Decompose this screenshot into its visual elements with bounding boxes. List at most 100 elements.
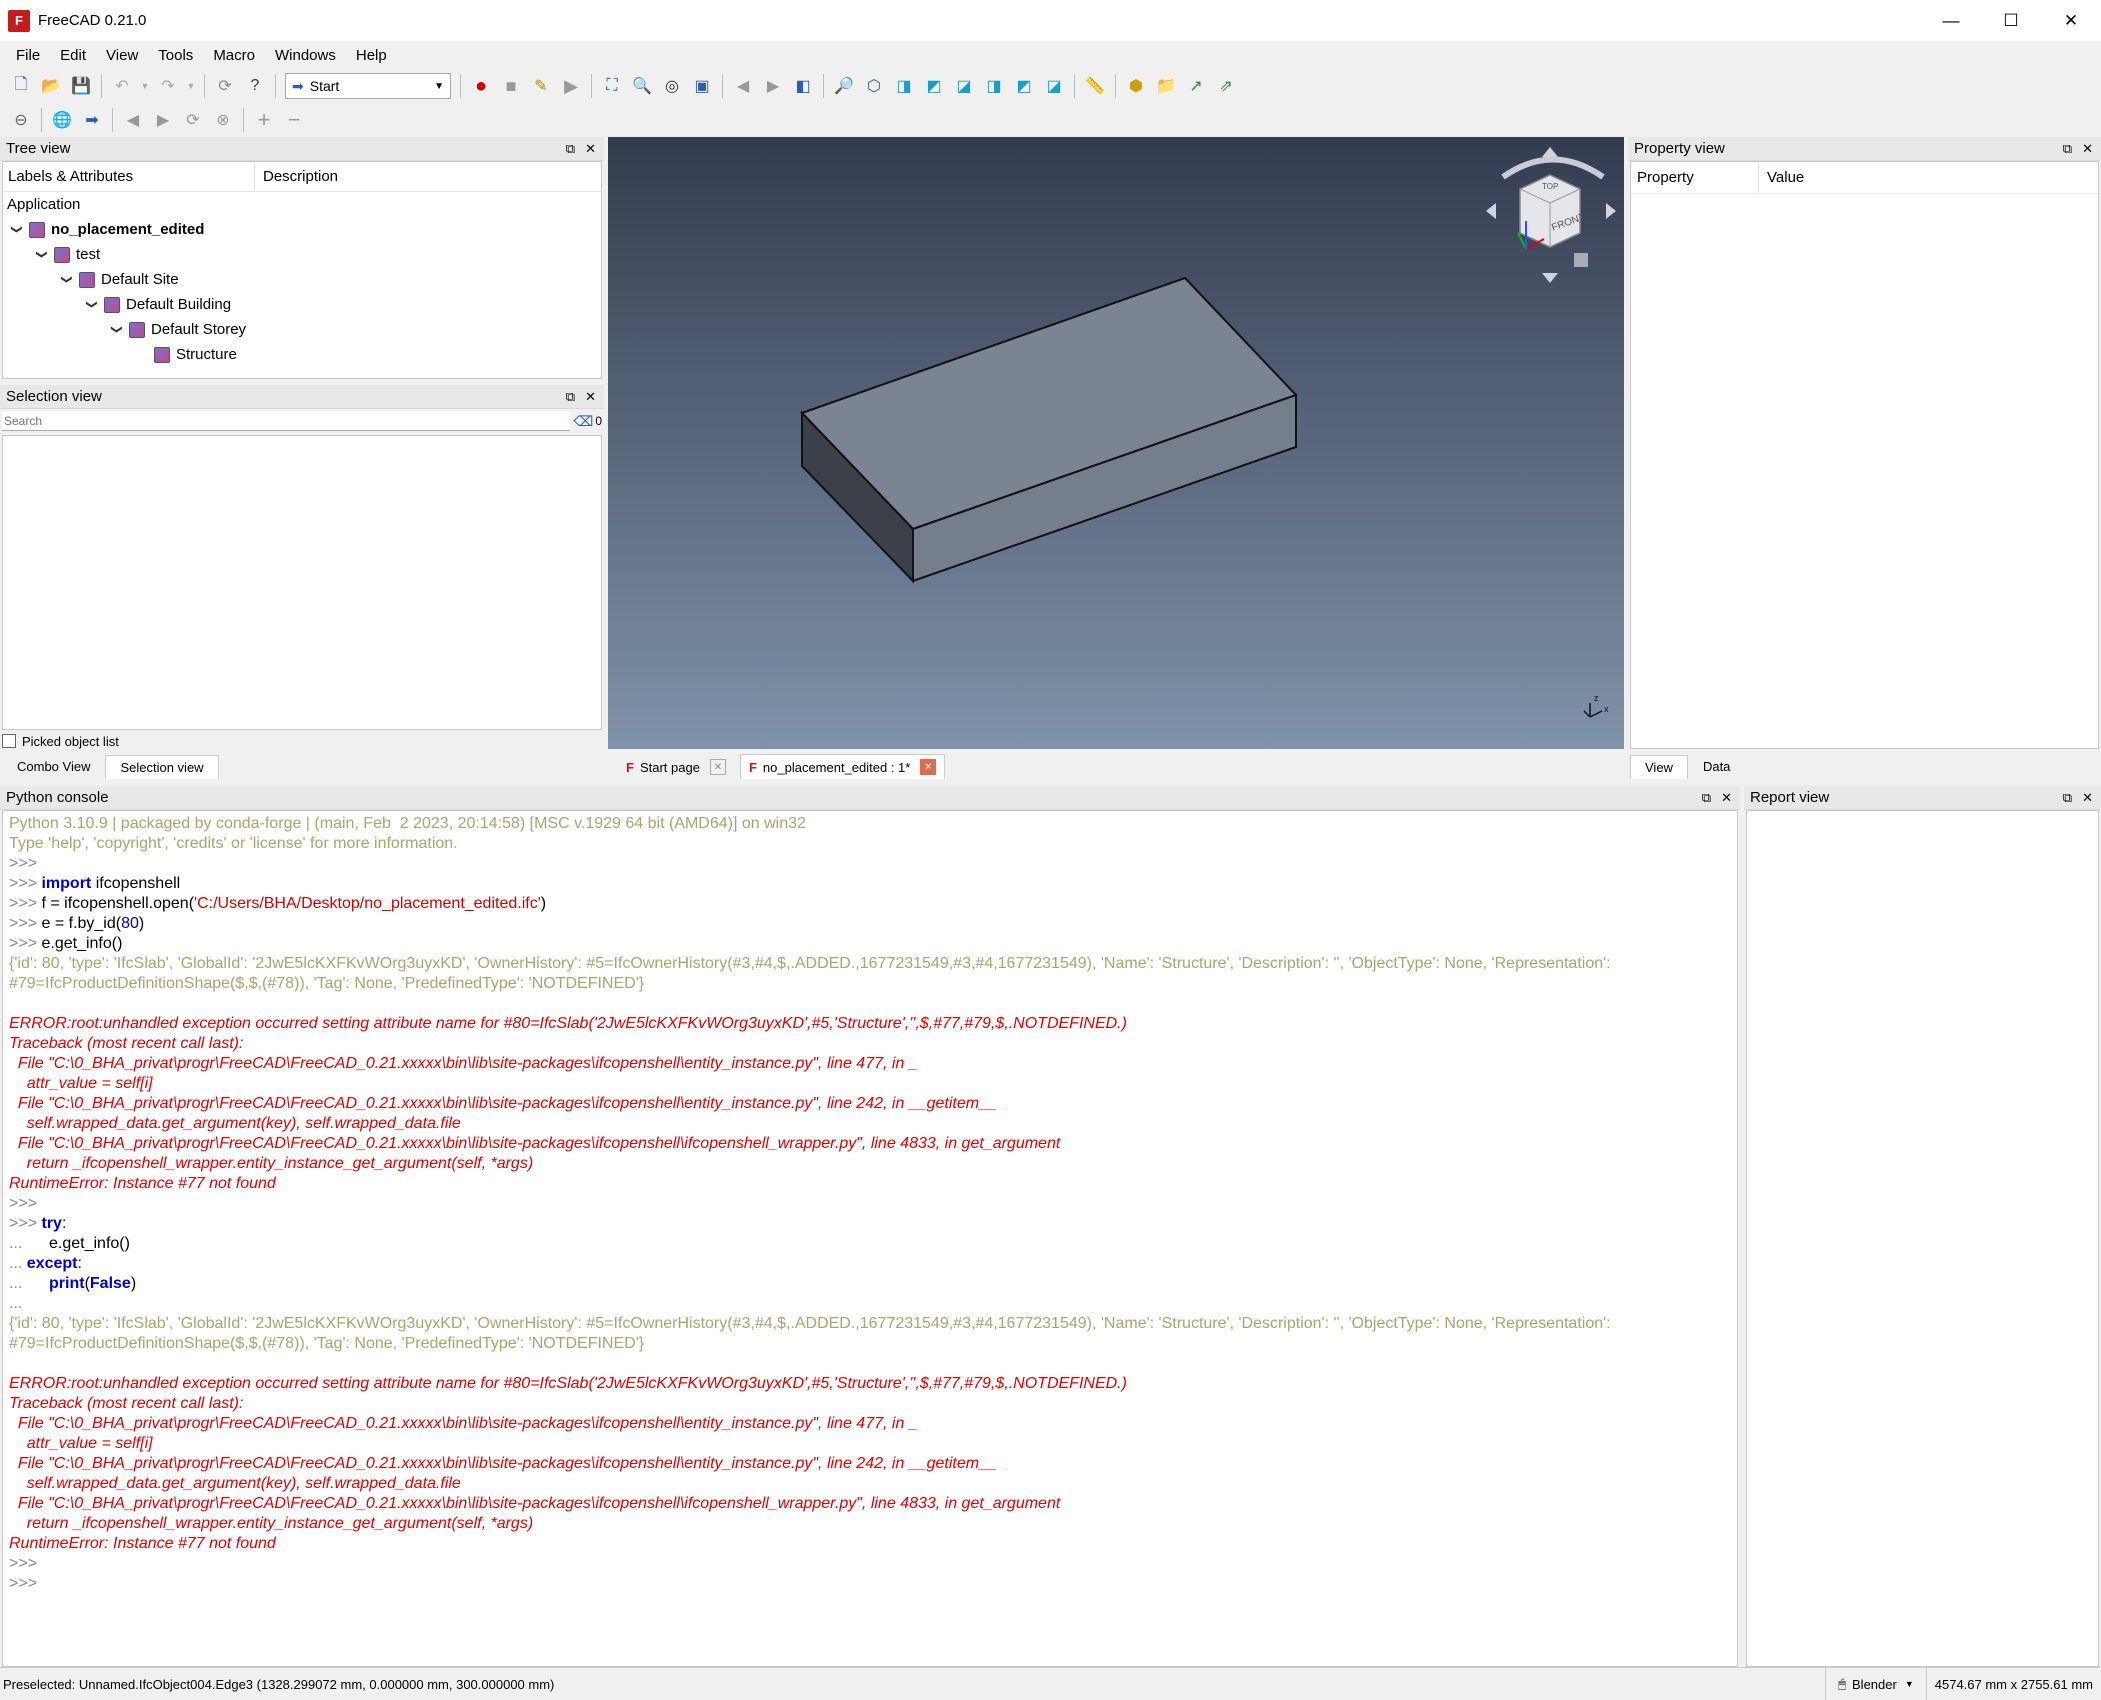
tab-document[interactable]: F no_placement_edited : 1* ✕ <box>739 754 946 779</box>
chevron-down-icon[interactable]: ❯ <box>11 222 24 238</box>
stop-loading-icon[interactable]: ⊗ <box>210 107 236 133</box>
python-console-panel[interactable]: Python 3.10.9 | packaged by conda-forge … <box>2 810 1738 1667</box>
whats-this-icon[interactable]: ? <box>242 73 268 99</box>
undo-icon[interactable]: ↶ <box>109 73 135 99</box>
workbench-selector[interactable]: ➡ Start ▼ <box>285 73 451 99</box>
stop-icon[interactable]: ⊖ <box>8 107 34 133</box>
selection-search-input[interactable] <box>2 411 570 431</box>
tree-item[interactable]: ❯ Default Site <box>3 267 601 292</box>
tree-item[interactable]: ❯ Default Building <box>3 292 601 317</box>
tab-start-page[interactable]: F Start page ✕ <box>618 755 734 779</box>
measure-icon[interactable]: 📏 <box>1082 73 1108 99</box>
navigation-cube[interactable]: TOP FRONT <box>1486 147 1616 283</box>
minimize-button[interactable]: — <box>1921 0 1981 41</box>
link-actions-icon[interactable]: ⇗ <box>1213 73 1239 99</box>
tab-data[interactable]: Data <box>1688 754 1745 779</box>
bounding-box-icon[interactable]: ▣ <box>689 73 715 99</box>
chevron-down-icon[interactable]: ❯ <box>36 247 49 263</box>
close-button[interactable]: ✕ <box>2041 0 2101 41</box>
open-file-icon[interactable]: 📂 <box>38 73 64 99</box>
float-icon[interactable]: ⧉ <box>2063 141 2072 157</box>
tree-item[interactable]: Structure <box>3 342 601 367</box>
menu-view[interactable]: View <box>96 47 148 64</box>
undo-dropdown-icon[interactable]: ▼ <box>139 73 151 99</box>
float-icon[interactable]: ⧉ <box>566 389 575 405</box>
menu-file[interactable]: File <box>6 47 50 64</box>
zoom-in-icon[interactable]: + <box>251 107 277 133</box>
tree-item[interactable]: ❯ test <box>3 242 601 267</box>
slab-3d-model[interactable] <box>800 276 1298 584</box>
std-views-icon[interactable]: ◧ <box>790 73 816 99</box>
menu-tools[interactable]: Tools <box>148 47 203 64</box>
3d-viewport[interactable]: TOP FRONT z x <box>608 137 1624 749</box>
bottom-view-icon[interactable]: ◩ <box>1011 73 1037 99</box>
tab-view[interactable]: View <box>1630 755 1688 779</box>
navigation-style-selector[interactable]: 🖱 Blender ▼ <box>1825 1668 1926 1700</box>
menu-help[interactable]: Help <box>346 47 397 64</box>
chevron-down-icon[interactable]: ❯ <box>111 322 124 338</box>
column-header-description[interactable]: Description <box>255 168 338 185</box>
fit-selection-icon[interactable]: 🔍 <box>629 73 655 99</box>
link-icon[interactable]: ↗ <box>1183 73 1209 99</box>
close-icon[interactable]: ✕ <box>2082 790 2093 806</box>
close-tab-icon[interactable]: ✕ <box>920 759 937 775</box>
right-view-icon[interactable]: ◪ <box>951 73 977 99</box>
top-view-icon[interactable]: ◩ <box>921 73 947 99</box>
isometric-view-icon[interactable]: ⬡ <box>861 73 887 99</box>
maximize-button[interactable]: ☐ <box>1981 0 2041 41</box>
menu-windows[interactable]: Windows <box>265 47 346 64</box>
save-icon[interactable]: 💾 <box>68 73 94 99</box>
column-header-property[interactable]: Property <box>1631 161 1759 194</box>
rear-view-icon[interactable]: ◨ <box>981 73 1007 99</box>
clear-search-icon[interactable]: ⌫ <box>574 413 594 430</box>
draw-style-icon[interactable]: ◎ <box>659 73 685 99</box>
edit-macro-icon[interactable]: ✎ <box>528 73 554 99</box>
create-group-icon[interactable]: 📁 <box>1153 73 1179 99</box>
close-icon[interactable]: ✕ <box>585 141 596 157</box>
column-header-value[interactable]: Value <box>1759 169 1804 186</box>
close-icon[interactable]: ✕ <box>2082 141 2093 157</box>
fit-all-icon[interactable]: ⛶ <box>599 73 625 99</box>
picked-object-checkbox[interactable] <box>2 734 16 748</box>
back-icon[interactable]: ◀ <box>730 73 756 99</box>
forward-nav-icon[interactable]: ▶ <box>150 107 176 133</box>
selection-list[interactable] <box>2 435 602 730</box>
selection-view-dock: Selection view ⧉ ✕ ⌫ 0 Picked object list <box>0 385 604 758</box>
web-icon[interactable]: 🌐 <box>49 107 75 133</box>
tree-item[interactable]: ❯ Default Storey <box>3 317 601 342</box>
go-icon[interactable]: ➡ <box>79 107 105 133</box>
tree-item[interactable]: ❯ no_placement_edited <box>3 217 601 242</box>
menu-macro[interactable]: Macro <box>203 47 265 64</box>
tab-combo-view[interactable]: Combo View <box>2 754 105 779</box>
close-icon[interactable]: ✕ <box>585 389 596 405</box>
stop-macro-icon[interactable]: ■ <box>498 73 524 99</box>
float-icon[interactable]: ⧉ <box>2063 790 2072 806</box>
menu-edit[interactable]: Edit <box>50 47 96 64</box>
chevron-down-icon[interactable]: ❯ <box>86 297 99 313</box>
close-tab-icon[interactable]: ✕ <box>709 759 726 775</box>
record-macro-icon[interactable]: ● <box>468 73 494 99</box>
zoom-icon[interactable]: 🔎 <box>831 73 857 99</box>
console-line: >>> f = ifcopenshell.open('C:/Users/BHA/… <box>9 894 1731 914</box>
refresh-icon[interactable]: ⟳ <box>212 73 238 99</box>
float-icon[interactable]: ⧉ <box>566 141 575 157</box>
reload-icon[interactable]: ⟳ <box>180 107 206 133</box>
column-header-labels[interactable]: Labels & Attributes <box>3 161 255 192</box>
front-view-icon[interactable]: ◨ <box>891 73 917 99</box>
back-nav-icon[interactable]: ◀ <box>120 107 146 133</box>
redo-icon[interactable]: ↷ <box>155 73 181 99</box>
float-icon[interactable]: ⧉ <box>1702 790 1711 806</box>
redo-dropdown-icon[interactable]: ▼ <box>185 73 197 99</box>
create-part-icon[interactable]: ⬢ <box>1123 73 1149 99</box>
close-icon[interactable]: ✕ <box>1721 790 1732 806</box>
chevron-down-icon[interactable]: ❯ <box>61 272 74 288</box>
zoom-out-icon[interactable]: − <box>281 107 307 133</box>
left-view-icon[interactable]: ◪ <box>1041 73 1067 99</box>
new-file-icon[interactable]: 🗋 <box>8 73 34 99</box>
run-macro-icon[interactable]: ▶ <box>558 73 584 99</box>
forward-icon[interactable]: ▶ <box>760 73 786 99</box>
nav-cube-top-label: TOP <box>1542 182 1558 191</box>
report-view-panel[interactable] <box>1746 810 2099 1667</box>
tab-selection-view[interactable]: Selection view <box>105 755 219 779</box>
python-console-output[interactable]: Python 3.10.9 | packaged by conda-forge … <box>3 811 1737 1597</box>
